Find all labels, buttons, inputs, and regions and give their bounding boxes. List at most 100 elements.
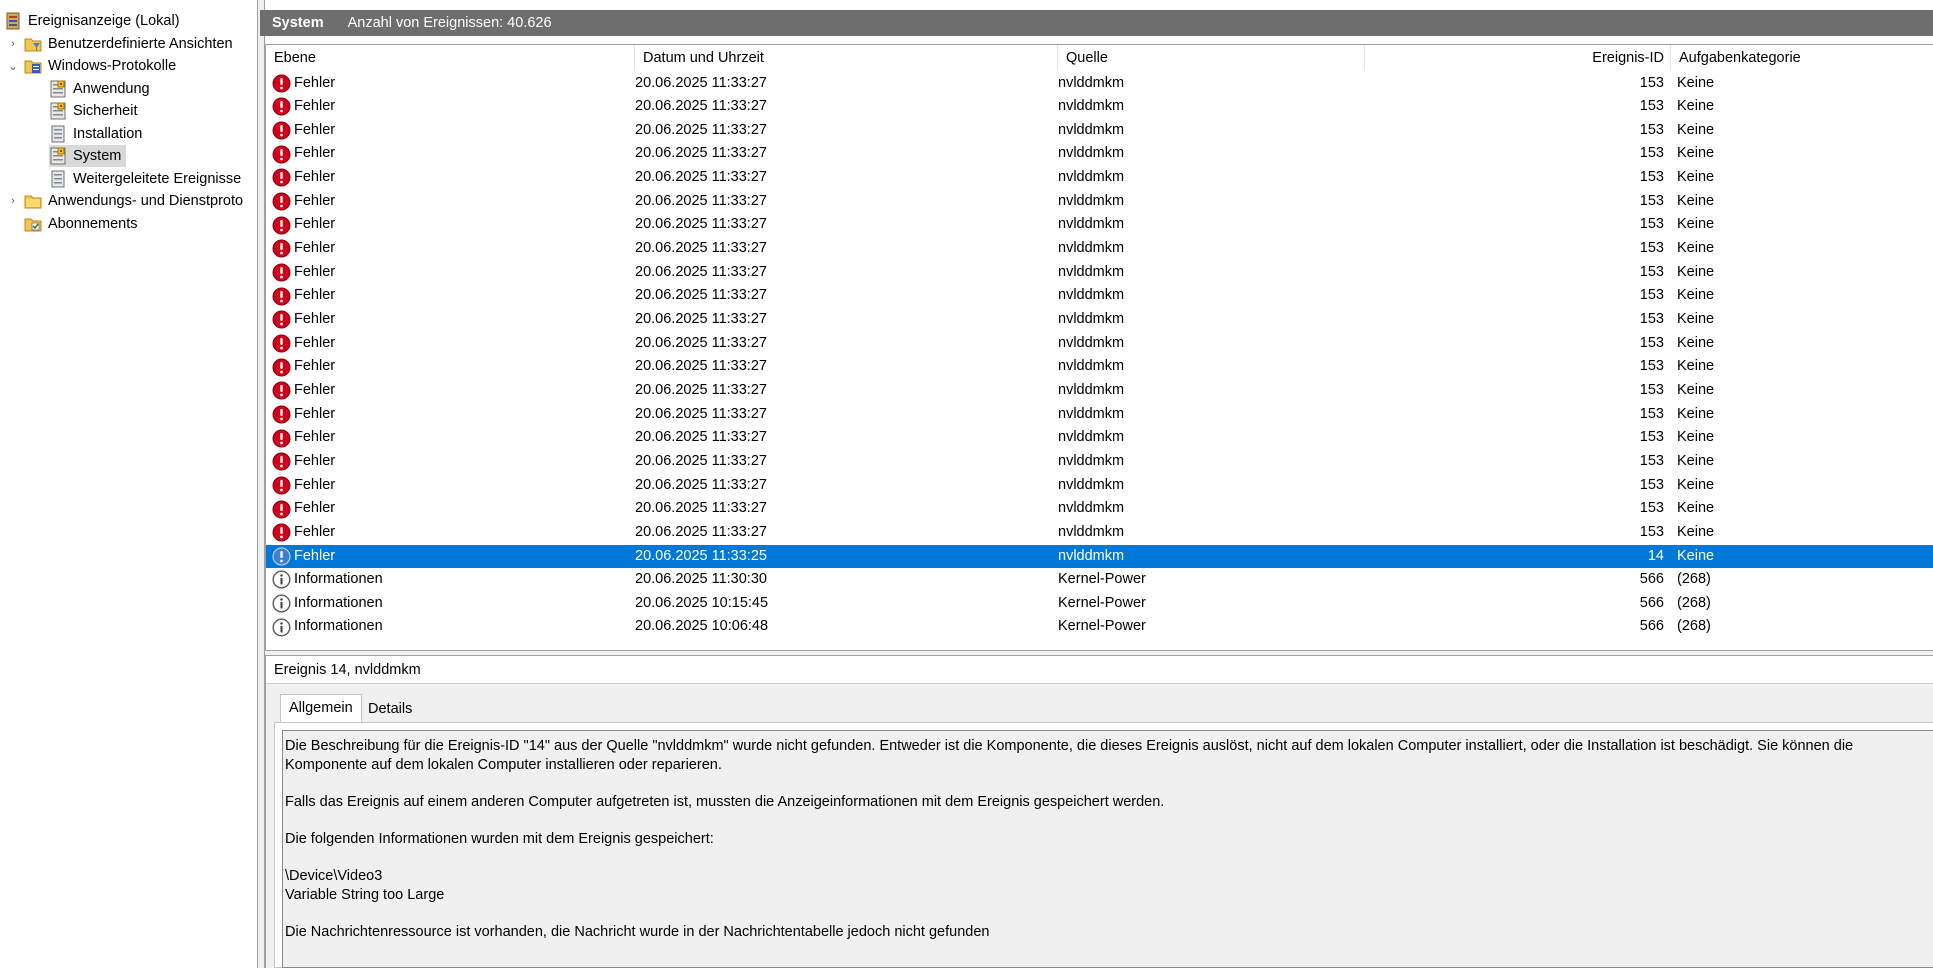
event-row[interactable]: Fehler 20.06.2025 11:33:25 nvlddmkm 14 Keine	[266, 544, 1933, 569]
error-icon	[272, 310, 291, 329]
event-source: Kernel-Power	[1058, 594, 1146, 611]
tab-details[interactable]: Details	[360, 696, 420, 722]
error-icon	[272, 523, 291, 542]
event-row[interactable]: Fehler 20.06.2025 11:33:27 nvlddmkm 153 Kein…	[266, 166, 1933, 190]
event-row[interactable]: Fehler 20.06.2025 11:33:27 nvlddmkm 153 Kein…	[266, 95, 1933, 119]
event-category: Keine	[1677, 216, 1715, 233]
event-category: Keine	[1677, 287, 1715, 304]
event-row[interactable]: Fehler 20.06.2025 11:33:27 nvlddmkm 153 Kein…	[266, 119, 1933, 143]
event-level-label: Fehler	[294, 381, 336, 398]
description-paragraph: Die folgenden Informationen wurden mit d…	[285, 831, 714, 847]
event-row[interactable]: Fehler 20.06.2025 11:33:27 nvlddmkm 153 Kein…	[266, 308, 1933, 332]
event-id: 153	[1639, 240, 1664, 257]
event-viewer-icon	[4, 12, 22, 30]
event-row[interactable]: Fehler 20.06.2025 11:33:27 nvlddmkm 153 Kein…	[266, 190, 1933, 214]
event-row[interactable]: Fehler 20.06.2025 11:33:27 nvlddmkm 153 Kein…	[266, 355, 1933, 379]
event-category: Keine	[1677, 192, 1715, 209]
event-row[interactable]: Fehler 20.06.2025 11:33:27 nvlddmkm 153 Kein…	[266, 521, 1933, 545]
tree-item-anwendungs-und-dienstproto[interactable]: › Anwendungs- und Dienstproto	[6, 190, 243, 212]
event-id: 153	[1639, 476, 1664, 493]
event-level: Fehler	[272, 521, 622, 545]
tree-item-sicherheit[interactable]: Sicherheit	[49, 100, 137, 122]
error-icon	[272, 216, 291, 235]
event-level-label: Fehler	[294, 358, 336, 375]
error-icon	[272, 287, 291, 306]
event-datetime: 20.06.2025 11:33:27	[635, 476, 767, 493]
event-row[interactable]: Fehler 20.06.2025 11:33:27 nvlddmkm 153 Kein…	[266, 284, 1933, 308]
folder-filter-icon	[24, 35, 42, 53]
event-row[interactable]: Fehler 20.06.2025 11:33:27 nvlddmkm 153 Kein…	[266, 426, 1933, 450]
tree-item-weitergeleitete-ereignisse[interactable]: Weitergeleitete Ereignisse	[49, 168, 241, 190]
folder-logs-icon	[24, 57, 42, 75]
tree-item-benutzerdefinierte-ansichten[interactable]: › Benutzerdefinierte Ansichten	[6, 33, 232, 55]
event-category: Keine	[1677, 429, 1715, 446]
event-level-label: Fehler	[294, 240, 336, 257]
event-row[interactable]: Fehler 20.06.2025 11:33:27 nvlddmkm 153 Kein…	[266, 403, 1933, 427]
event-datetime: 20.06.2025 11:33:27	[635, 381, 767, 398]
event-datetime: 20.06.2025 11:30:30	[635, 571, 767, 588]
event-list[interactable]: Ebene Datum und Uhrzeit Quelle Ereignis-…	[265, 44, 1933, 650]
event-row[interactable]: Fehler 20.06.2025 11:33:27 nvlddmkm 153 Kein…	[266, 474, 1933, 498]
tree-item-label: Anwendungs- und Dienstproto	[48, 193, 244, 209]
event-row[interactable]: Fehler 20.06.2025 11:33:27 nvlddmkm 153 Kein…	[266, 237, 1933, 261]
event-level-label: Fehler	[294, 74, 336, 91]
event-source: nvlddmkm	[1058, 263, 1125, 280]
event-level: Fehler	[272, 474, 622, 498]
event-category: (268)	[1677, 594, 1711, 611]
event-level: Fehler	[272, 72, 622, 96]
event-row[interactable]: Informationen 20.06.2025 11:30:30 Kernel-P…	[266, 568, 1933, 592]
error-icon	[272, 381, 291, 400]
tree-item-ereignisanzeige-lokal[interactable]: Ereignisanzeige (Lokal)	[4, 10, 180, 32]
event-row[interactable]: Fehler 20.06.2025 11:33:27 nvlddmkm 153 Kein…	[266, 72, 1933, 96]
log-icon	[49, 80, 67, 98]
event-datetime: 20.06.2025 11:33:27	[635, 98, 767, 115]
tree-item-anwendung[interactable]: Anwendung	[49, 78, 150, 100]
error-icon	[272, 452, 291, 471]
event-source: nvlddmkm	[1058, 240, 1125, 257]
event-row[interactable]: Informationen 20.06.2025 10:15:45 Kernel-P…	[266, 592, 1933, 616]
event-row[interactable]: Fehler 20.06.2025 11:33:27 nvlddmkm 153 Kein…	[266, 497, 1933, 521]
event-row[interactable]: Fehler 20.06.2025 11:33:27 nvlddmkm 153 Kein…	[266, 213, 1933, 237]
event-datetime: 20.06.2025 10:15:45	[635, 594, 769, 611]
chevron-right-icon[interactable]: ›	[6, 38, 20, 50]
event-row[interactable]: Fehler 20.06.2025 11:33:27 nvlddmkm 153 Kein…	[266, 142, 1933, 166]
event-row[interactable]: Fehler 20.06.2025 11:33:27 nvlddmkm 153 Kein…	[266, 332, 1933, 356]
chevron-down-icon[interactable]: ⌄	[6, 60, 20, 73]
event-row[interactable]: Fehler 20.06.2025 11:33:27 nvlddmkm 153 Kein…	[266, 261, 1933, 285]
event-row[interactable]: Fehler 20.06.2025 11:33:27 nvlddmkm 153 Kein…	[266, 379, 1933, 403]
event-id: 153	[1639, 121, 1664, 138]
tab-general[interactable]: Allgemein	[280, 694, 362, 722]
event-row[interactable]: Fehler 20.06.2025 11:33:27 nvlddmkm 153 Kein…	[266, 450, 1933, 474]
column-category[interactable]: Aufgabenkategorie	[1671, 45, 1933, 71]
event-category: Keine	[1677, 523, 1715, 540]
error-icon	[272, 74, 291, 93]
log-plain-icon	[49, 125, 67, 143]
event-row[interactable]: Informationen 20.06.2025 10:06:48 Kernel-P…	[266, 615, 1933, 639]
event-level: Fehler	[272, 119, 622, 143]
event-category: Keine	[1677, 358, 1715, 375]
event-level: Fehler	[272, 545, 622, 569]
tree-item-label: Installation	[73, 126, 143, 142]
event-source: nvlddmkm	[1058, 452, 1125, 469]
chevron-right-icon[interactable]: ›	[6, 195, 20, 207]
tree-item-label: Abonnements	[48, 216, 138, 232]
error-icon	[272, 476, 291, 495]
tree-item-system[interactable]: System	[49, 145, 127, 167]
event-description-text[interactable]: Die Beschreibung für die Ereignis-ID "14…	[282, 730, 1933, 968]
column-datetime[interactable]: Datum und Uhrzeit	[635, 45, 1058, 71]
event-datetime: 20.06.2025 11:33:27	[635, 192, 767, 209]
description-paragraph: Die Nachrichtenressource ist vorhanden, …	[285, 924, 990, 940]
column-level[interactable]: Ebene	[266, 45, 635, 71]
tree-item-installation[interactable]: Installation	[49, 123, 142, 145]
tree-item-label: Ereignisanzeige (Lokal)	[28, 13, 180, 29]
tree-item-abonnements[interactable]: Abonnements	[6, 213, 137, 235]
pane-splitter[interactable]	[258, 0, 265, 968]
column-source[interactable]: Quelle	[1058, 45, 1365, 71]
event-level: Fehler	[272, 284, 622, 308]
event-datetime: 20.06.2025 11:33:27	[635, 145, 767, 162]
event-level-label: Fehler	[294, 500, 336, 517]
column-event-id[interactable]: Ereignis-ID	[1365, 45, 1671, 71]
event-level: Fehler	[272, 308, 622, 332]
tree-item-windows-protokolle[interactable]: ⌄ Windows-Protokolle	[6, 55, 176, 77]
log-header-bar: System Anzahl von Ereignissen: 40.626	[260, 10, 1933, 36]
